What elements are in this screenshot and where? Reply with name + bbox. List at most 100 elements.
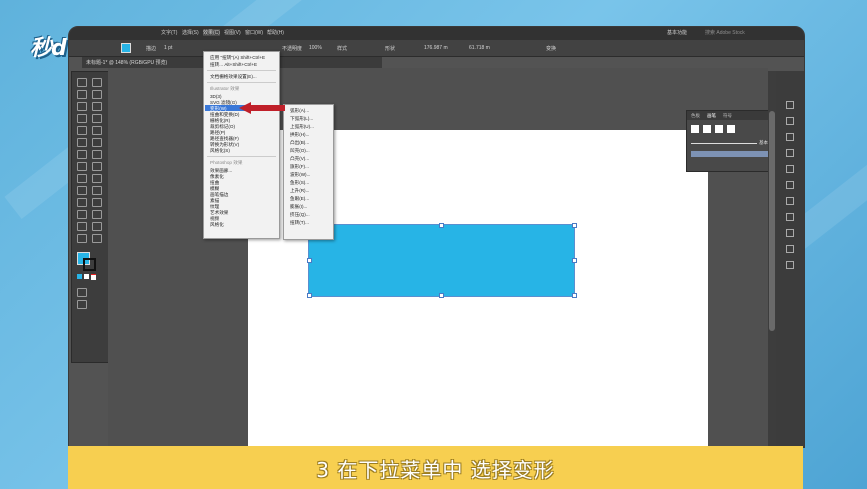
artboard-tool-icon[interactable]	[92, 222, 102, 231]
brush-library-strip[interactable]	[691, 151, 771, 157]
panel-tab-brushes[interactable]: 画笔	[707, 113, 716, 119]
selection-handle[interactable]	[439, 293, 444, 298]
selection-handle[interactable]	[572, 293, 577, 298]
selection-handle[interactable]	[572, 258, 577, 263]
menu-item-sketch[interactable]: 素描	[210, 198, 219, 203]
submenu-item-arc-lower[interactable]: 下弧形(L)...	[290, 116, 313, 121]
menu-item-pathfinder[interactable]: 路径查找器(F)	[210, 136, 239, 141]
menu-item-texture[interactable]: 纹理	[210, 204, 219, 209]
rotate-tool-icon[interactable]	[92, 150, 102, 159]
selection-tool-icon[interactable]	[77, 78, 87, 87]
gradient-panel-icon[interactable]	[786, 181, 794, 189]
artboards-panel-icon[interactable]	[786, 245, 794, 253]
color-panel-icon[interactable]	[786, 101, 794, 109]
symbol-sprayer-tool-icon[interactable]	[92, 210, 102, 219]
menu-window[interactable]: 窗口(W)	[245, 29, 263, 36]
menu-item-rasterize[interactable]: 栅格化(R)	[210, 118, 230, 123]
menu-item-convert-shape[interactable]: 转换为形状(V)	[210, 142, 239, 147]
stroke-color-icon[interactable]	[83, 258, 96, 271]
brush-swatch[interactable]	[703, 125, 711, 133]
swatches-panel-icon[interactable]	[786, 117, 794, 125]
width-field[interactable]: 176.987 m	[424, 45, 448, 51]
stock-search-input[interactable]: 搜索 Adobe Stock	[705, 29, 745, 36]
submenu-item-rise[interactable]: 上升(R)...	[290, 188, 309, 193]
blend-tool-icon[interactable]	[77, 210, 87, 219]
libraries-panel-icon[interactable]	[786, 261, 794, 269]
appearance-panel-icon[interactable]	[786, 213, 794, 221]
stroke-panel-icon[interactable]	[786, 165, 794, 173]
opacity-field[interactable]: 100%	[309, 45, 322, 51]
magic-wand-tool-icon[interactable]	[77, 90, 87, 99]
menu-item-path[interactable]: 路径(P)	[210, 130, 225, 135]
menu-item-crop-marks[interactable]: 裁剪标记(O)	[210, 124, 235, 129]
color-mode-icon[interactable]	[77, 274, 82, 279]
selected-rectangle[interactable]	[308, 224, 575, 297]
width-tool-icon[interactable]	[92, 162, 102, 171]
brush-swatch[interactable]	[715, 125, 723, 133]
submenu-item-shell-lower[interactable]: 凹壳(O)...	[290, 148, 310, 153]
panel-tab-symbols[interactable]: 符号	[723, 113, 732, 119]
menu-item-ps-stylize[interactable]: 风格化	[210, 222, 224, 227]
rectangle-tool-icon[interactable]	[77, 126, 87, 135]
selection-handle[interactable]	[307, 258, 312, 263]
brush-swatch[interactable]	[691, 125, 699, 133]
lasso-tool-icon[interactable]	[92, 90, 102, 99]
layers-panel-icon[interactable]	[786, 229, 794, 237]
brush-swatch[interactable]	[727, 125, 735, 133]
selection-handle[interactable]	[572, 223, 577, 228]
draw-mode-icon[interactable]	[77, 288, 87, 297]
panel-tab-swatches[interactable]: 色板	[691, 113, 700, 119]
submenu-item-fisheye[interactable]: 鱼眼(E)...	[290, 196, 309, 201]
submenu-item-wave[interactable]: 波形(W)...	[290, 172, 310, 177]
type-tool-icon[interactable]	[77, 114, 87, 123]
submenu-item-bulge[interactable]: 凸出(B)...	[290, 140, 309, 145]
eyedropper-tool-icon[interactable]	[92, 198, 102, 207]
submenu-item-arc-upper[interactable]: 上弧形(U)...	[290, 124, 314, 129]
line-tool-icon[interactable]	[92, 114, 102, 123]
scale-tool-icon[interactable]	[77, 162, 87, 171]
perspective-grid-tool-icon[interactable]	[77, 186, 87, 195]
menu-help[interactable]: 帮助(H)	[267, 29, 284, 36]
menu-item-last-effect[interactable]: 扭转... Alt+Shift+Ctrl+E	[210, 62, 257, 67]
menu-item-distort[interactable]: 扭曲	[210, 180, 219, 185]
screen-mode-icon[interactable]	[77, 300, 87, 309]
menu-item-3d[interactable]: 3D(3)	[210, 94, 222, 99]
submenu-item-squeeze[interactable]: 挤压(Q)...	[290, 212, 310, 217]
transparency-panel-icon[interactable]	[786, 197, 794, 205]
menu-item-doc-raster[interactable]: 文档栅格效果设置(E)...	[210, 74, 257, 79]
zoom-tool-icon[interactable]	[92, 234, 102, 243]
scrollbar-thumb[interactable]	[769, 111, 775, 331]
paintbrush-tool-icon[interactable]	[92, 126, 102, 135]
eraser-tool-icon[interactable]	[77, 150, 87, 159]
submenu-item-shell-upper[interactable]: 凸壳(V)...	[290, 156, 309, 161]
fill-swatch[interactable]	[121, 43, 131, 53]
height-field[interactable]: 61.718 m	[469, 45, 490, 51]
hand-tool-icon[interactable]	[77, 234, 87, 243]
workspace-switcher[interactable]: 基本功能	[667, 29, 687, 36]
curvature-tool-icon[interactable]	[92, 102, 102, 111]
mesh-tool-icon[interactable]	[92, 186, 102, 195]
selection-handle[interactable]	[307, 293, 312, 298]
gradient-tool-icon[interactable]	[77, 198, 87, 207]
menu-effect[interactable]: 效果(C)	[203, 29, 220, 36]
pen-tool-icon[interactable]	[77, 102, 87, 111]
menu-text[interactable]: 文字(T)	[161, 29, 177, 36]
menu-item-pixelate[interactable]: 像素化	[210, 174, 224, 179]
none-mode-icon[interactable]	[91, 274, 96, 280]
menu-item-warp[interactable]: 变形(W)	[210, 106, 227, 111]
gradient-mode-icon[interactable]	[84, 274, 89, 279]
submenu-item-fish[interactable]: 鱼形(S)...	[290, 180, 309, 185]
direct-selection-tool-icon[interactable]	[92, 78, 102, 87]
menu-item-brush-strokes[interactable]: 画笔描边	[210, 192, 228, 197]
menu-item-effect-gallery[interactable]: 效果画廊...	[210, 168, 232, 173]
vertical-scrollbar[interactable]	[768, 71, 776, 447]
menu-item-distort-transform[interactable]: 扭曲和变换(D)	[210, 112, 239, 117]
shaper-tool-icon[interactable]	[77, 138, 87, 147]
shape-builder-tool-icon[interactable]	[92, 174, 102, 183]
submenu-item-twist[interactable]: 扭转(T)...	[290, 220, 309, 225]
menu-item-blur[interactable]: 模糊	[210, 186, 219, 191]
menu-view[interactable]: 视图(V)	[224, 29, 241, 36]
menu-item-video[interactable]: 视频	[210, 216, 219, 221]
free-transform-tool-icon[interactable]	[77, 174, 87, 183]
symbols-panel-icon[interactable]	[786, 149, 794, 157]
